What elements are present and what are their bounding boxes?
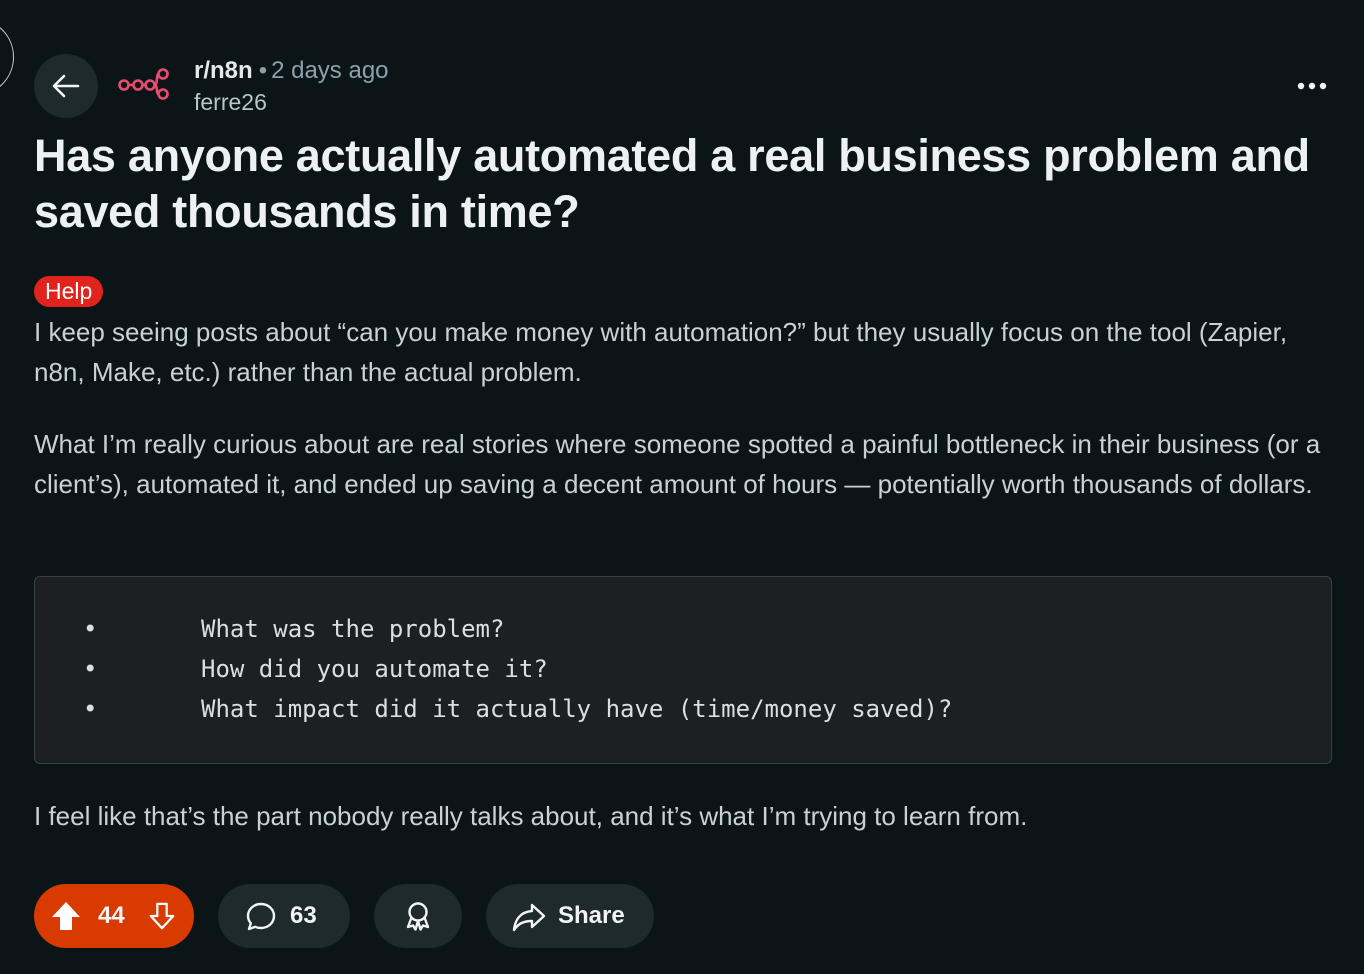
subreddit-avatar[interactable] [116,66,172,100]
upvote-arrow-icon [52,902,80,930]
post-header: r/n8n • 2 days ago ferre26 [34,54,1334,118]
post-paragraph-3: I feel like that’s the part nobody reall… [34,801,1028,831]
flair-badge[interactable]: Help [34,276,104,307]
post-title: Has anyone actually automated a real bus… [34,130,1310,237]
upvote-button[interactable] [48,898,84,934]
comments-button[interactable]: 63 [218,884,350,948]
post-time: 2 days ago [271,57,389,84]
share-button[interactable]: Share [486,884,654,948]
post-meta: r/n8n • 2 days ago ferre26 [194,56,389,118]
back-button[interactable] [34,54,98,118]
more-options-button[interactable] [1294,68,1330,104]
comment-bubble-icon [246,902,276,931]
partial-circle-edge [0,18,14,96]
post-paragraph-1: I keep seeing posts about “can you make … [34,317,1288,387]
bullet: • [83,655,98,683]
arrow-left-icon [52,74,80,98]
downvote-button[interactable] [144,898,180,934]
award-icon [406,902,430,931]
comment-count: 63 [290,902,317,929]
downvote-arrow-icon [149,902,175,930]
more-horizontal-icon [1297,82,1327,90]
code-line-text: What impact did it actually have (time/m… [201,695,953,723]
share-arrow-icon [512,903,546,932]
author-name[interactable]: ferre26 [194,86,389,118]
code-line: • How did you automate it? [35,649,1235,689]
bullet: • [83,615,98,643]
post-paragraph-2: What I’m really curious about are real s… [34,429,1321,499]
code-line-text: How did you automate it? [201,655,548,683]
vote-control: 44 [34,884,194,948]
code-block: • What was the problem? • How did you au… [34,576,1332,764]
meta-separator: • [258,57,268,84]
vote-count: 44 [98,902,125,929]
n8n-logo-icon [118,68,169,100]
bullet: • [83,695,98,723]
code-line: • What was the problem? [35,609,1235,649]
share-label: Share [558,902,625,929]
subreddit-name[interactable]: r/n8n [194,57,253,84]
code-line: • What impact did it actually have (time… [35,689,1235,729]
award-button[interactable] [374,884,462,948]
code-line-text: What was the problem? [201,615,505,643]
